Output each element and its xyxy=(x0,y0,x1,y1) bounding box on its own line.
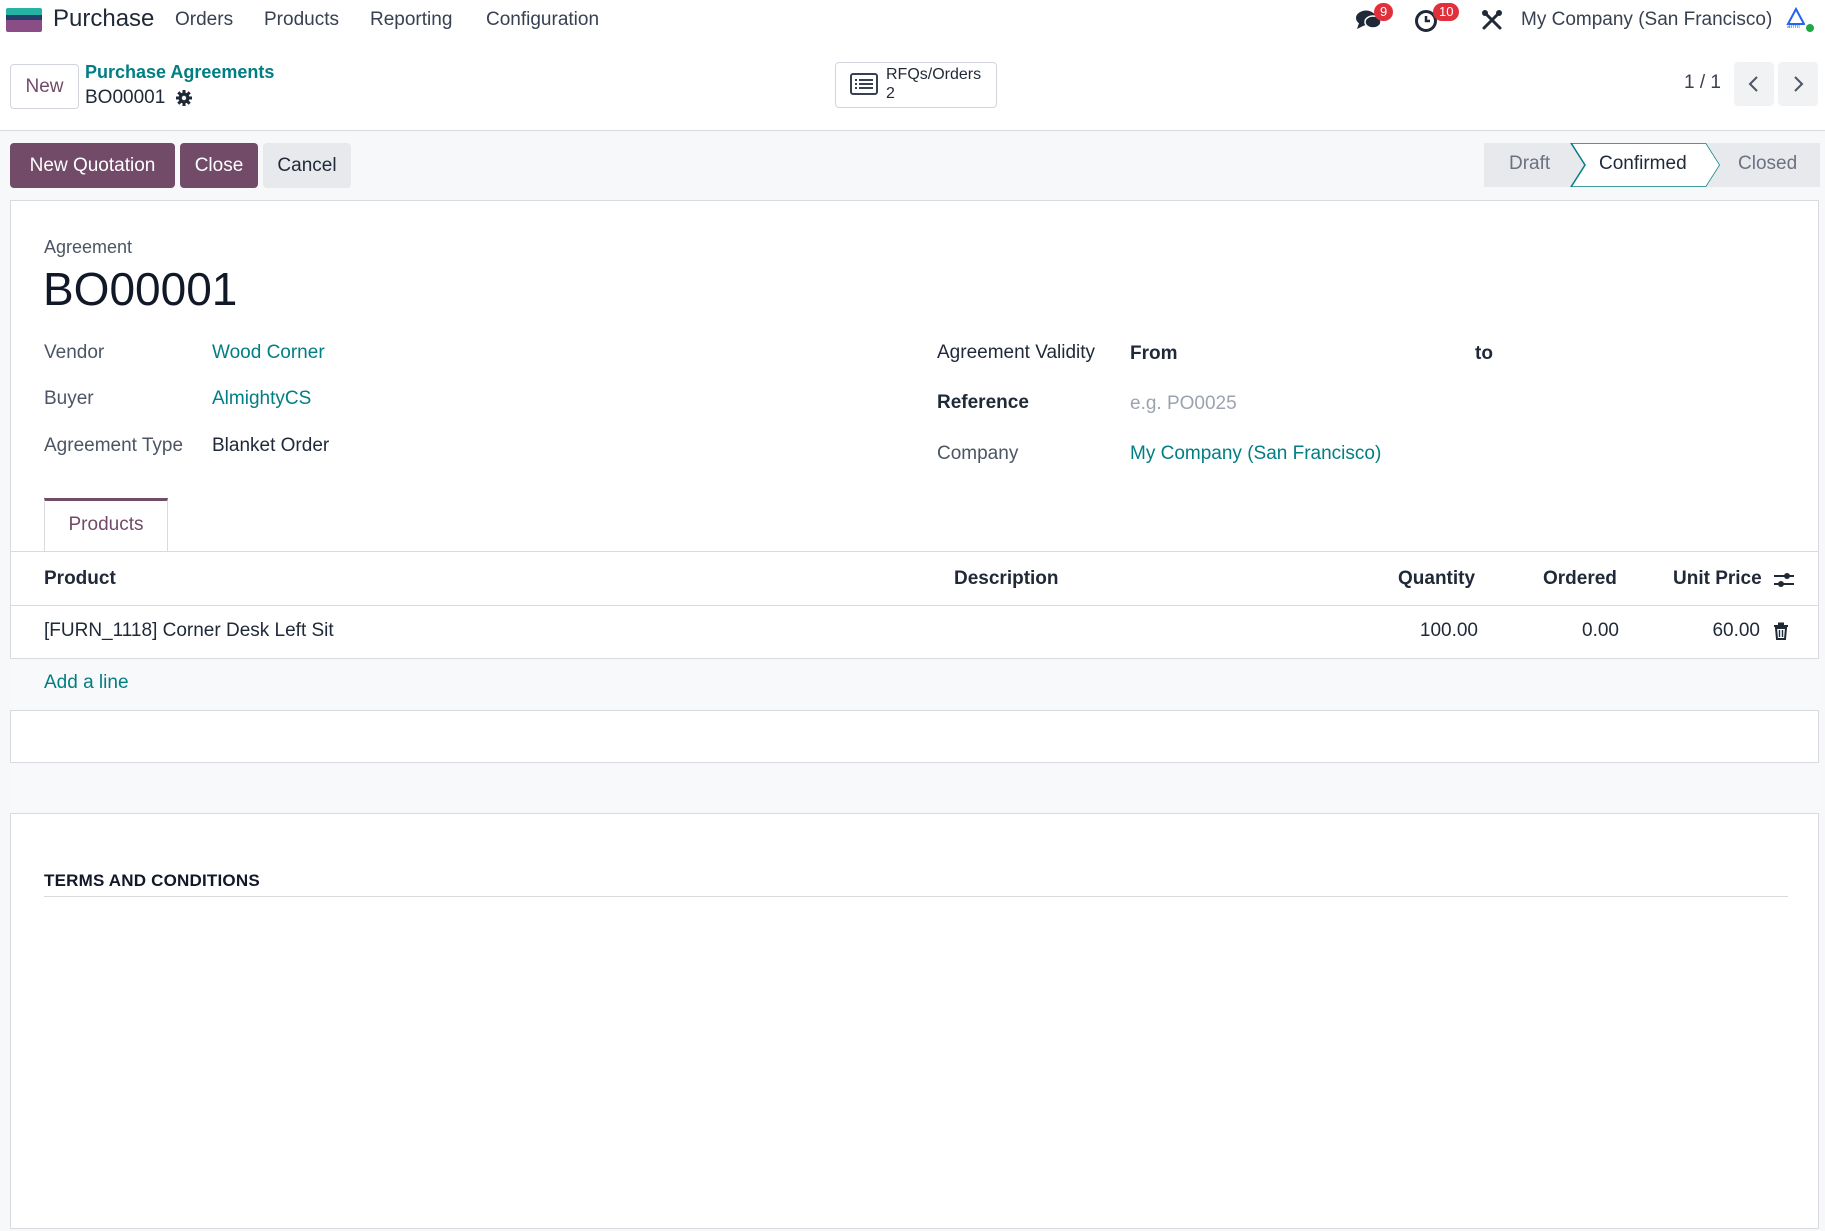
tab-products[interactable]: Products xyxy=(44,498,168,551)
optional-columns-icon[interactable] xyxy=(1773,570,1795,596)
company-switcher[interactable]: My Company (San Francisco) xyxy=(1521,9,1772,31)
column-quantity[interactable]: Quantity xyxy=(1398,568,1475,590)
breadcrumb-current-record: BO00001 xyxy=(85,87,166,108)
activities-badge: 10 xyxy=(1433,3,1460,21)
cell-quantity[interactable]: 100.00 xyxy=(1418,620,1478,642)
smart-button-count: 2 xyxy=(886,85,895,102)
new-button[interactable]: New xyxy=(10,64,79,109)
smart-button-label: RFQs/Orders xyxy=(886,66,982,83)
empty-row xyxy=(10,763,1819,813)
validity-from-label: From xyxy=(1130,343,1178,364)
menu-orders[interactable]: Orders xyxy=(175,9,233,31)
add-line-row xyxy=(10,659,1819,711)
buyer-field[interactable]: AlmightyCS xyxy=(212,388,311,410)
rfqs-orders-smart-button[interactable]: RFQs/Orders 2 xyxy=(835,62,997,108)
agreement-validity-label: Agreement Validity xyxy=(937,342,1096,363)
cell-product[interactable]: [FURN_1118] Corner Desk Left Sit xyxy=(44,620,334,642)
tools-icon[interactable] xyxy=(1480,8,1508,32)
trash-icon[interactable] xyxy=(1773,622,1789,646)
breadcrumb-purchase-agreements[interactable]: Purchase Agreements xyxy=(85,62,274,83)
menu-reporting[interactable]: Reporting xyxy=(370,9,452,31)
validity-to-label: to xyxy=(1475,343,1493,364)
pager-value[interactable]: 1 / 1 xyxy=(1684,72,1721,94)
agreement-type-label: Agreement Type xyxy=(44,435,184,456)
user-avatar[interactable]: almi xyxy=(1784,6,1816,34)
pager-next-button[interactable] xyxy=(1778,62,1818,106)
purchase-app-icon[interactable] xyxy=(6,8,42,32)
reference-label: Reference xyxy=(937,392,1029,413)
column-product[interactable]: Product xyxy=(44,568,116,590)
row-divider xyxy=(10,710,1819,711)
chevron-left-icon xyxy=(1748,76,1758,92)
vendor-field[interactable]: Wood Corner xyxy=(212,342,325,364)
column-description[interactable]: Description xyxy=(954,568,1059,590)
agreement-label: Agreement xyxy=(44,237,133,257)
cell-ordered[interactable]: 0.00 xyxy=(1567,620,1619,642)
agreement-name[interactable]: BO00001 xyxy=(43,262,237,316)
vendor-label: Vendor xyxy=(44,342,105,363)
terms-divider xyxy=(44,896,1788,897)
table-header-divider xyxy=(10,605,1819,606)
column-unit-price[interactable]: Unit Price xyxy=(1673,568,1762,590)
company-label: Company xyxy=(937,443,1019,464)
add-line-link[interactable]: Add a line xyxy=(44,672,129,694)
svg-text:almi: almi xyxy=(1787,23,1800,30)
agreement-type-field[interactable]: Blanket Order xyxy=(212,435,329,457)
company-field[interactable]: My Company (San Francisco) xyxy=(1130,443,1381,465)
app-name[interactable]: Purchase xyxy=(53,5,154,33)
gear-icon[interactable] xyxy=(175,89,193,107)
list-icon xyxy=(850,73,878,95)
messages-badge: 9 xyxy=(1374,3,1394,21)
close-button[interactable]: Close xyxy=(180,143,258,188)
menu-products[interactable]: Products xyxy=(264,9,339,31)
chevron-right-icon xyxy=(1794,76,1804,92)
status-draft[interactable]: Draft xyxy=(1509,153,1550,175)
buyer-label: Buyer xyxy=(44,388,94,409)
top-navbar: Purchase Orders Products Reporting Confi… xyxy=(0,0,1825,40)
status-closed[interactable]: Closed xyxy=(1738,153,1797,175)
terms-editor[interactable] xyxy=(44,905,1788,1205)
tab-divider xyxy=(10,551,1819,552)
status-confirmed[interactable]: Confirmed xyxy=(1599,153,1687,175)
menu-configuration[interactable]: Configuration xyxy=(486,9,599,31)
row-divider xyxy=(10,813,1819,814)
cell-unit-price[interactable]: 60.00 xyxy=(1700,620,1760,642)
column-ordered[interactable]: Ordered xyxy=(1543,568,1617,590)
reference-input[interactable]: e.g. PO0025 xyxy=(1130,393,1237,415)
online-status-icon xyxy=(1804,22,1816,34)
pager-previous-button[interactable] xyxy=(1734,62,1774,106)
terms-title: TERMS AND CONDITIONS xyxy=(44,871,260,890)
status-bar: Draft Confirmed Closed xyxy=(1484,142,1820,188)
cancel-button[interactable]: Cancel xyxy=(263,143,351,188)
new-quotation-button[interactable]: New Quotation xyxy=(10,143,175,188)
